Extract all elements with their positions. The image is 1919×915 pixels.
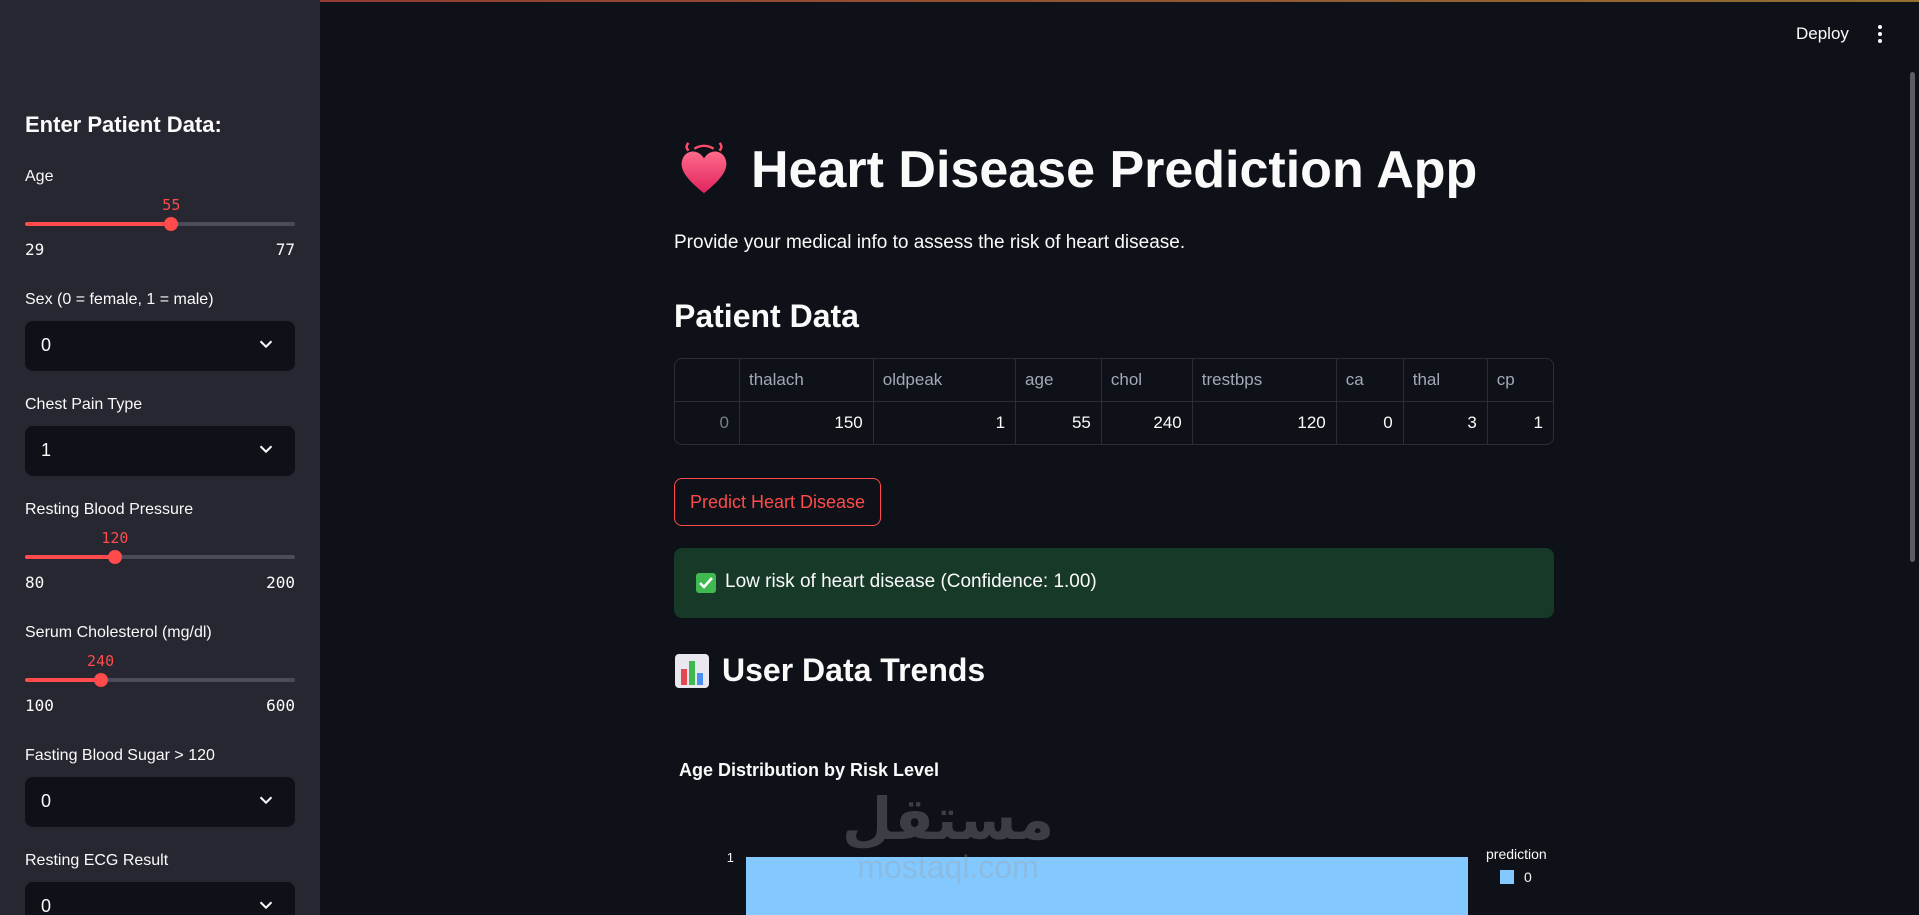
table-cell[interactable]: 3 [1404, 402, 1488, 444]
chest-pain-label: Chest Pain Type [25, 396, 143, 413]
table-cell[interactable]: 0 [1337, 402, 1404, 444]
table-header-cell[interactable]: ca [1336, 359, 1404, 402]
chest-pain-select[interactable]: 1 [25, 426, 295, 476]
table-cell[interactable]: 55 [1016, 402, 1102, 444]
sex-select-value: 0 [41, 335, 52, 355]
table-cell[interactable]: 150 [740, 402, 874, 444]
page-subtitle: Provide your medical info to assess the … [674, 232, 1186, 253]
slider-max: 200 [266, 573, 295, 592]
fbs-label: Fasting Blood Sugar > 120 [25, 747, 215, 764]
page-title: Heart Disease Prediction App [675, 140, 1477, 200]
slider-value: 55 [162, 196, 181, 214]
table-header-cell[interactable] [675, 359, 740, 402]
scrollbar[interactable] [1910, 72, 1915, 562]
slider-fill [25, 678, 101, 682]
table-header-row: thalach oldpeak age chol trestbps ca tha… [675, 359, 1553, 402]
table-cell[interactable]: 1 [874, 402, 1017, 444]
table-cell[interactable]: 240 [1102, 402, 1193, 444]
slider-fill [25, 222, 172, 226]
trends-heading: User Data Trends [674, 652, 985, 689]
legend-label: 0 [1524, 869, 1532, 885]
chevron-down-icon [259, 901, 273, 910]
age-slider[interactable]: 55 29 77 [25, 194, 295, 259]
page-title-text: Heart Disease Prediction App [751, 141, 1478, 199]
more-menu-icon[interactable] [1870, 22, 1890, 48]
ecg-select-value: 0 [41, 896, 52, 915]
slider-max: 77 [275, 240, 295, 259]
patient-data-heading: Patient Data [674, 298, 859, 335]
slider-value: 240 [87, 652, 115, 670]
slider-min: 80 [25, 573, 45, 592]
table-row: 0 150 1 55 240 120 0 3 1 [675, 402, 1553, 444]
legend-title: prediction [1486, 846, 1547, 862]
age-distribution-chart: 1 [727, 850, 1468, 915]
beating-heart-icon [681, 142, 727, 194]
slider-thumb[interactable] [164, 217, 179, 231]
sidebar: Enter Patient Data: Age 55 29 77 Sex (0 … [0, 0, 320, 915]
resting-bp-label: Resting Blood Pressure [25, 501, 194, 518]
bar-chart-icon [675, 653, 709, 688]
sex-select[interactable]: 0 [25, 321, 295, 371]
table-header-cell[interactable]: thalach [740, 359, 874, 402]
table-header-cell[interactable]: cp [1487, 359, 1553, 402]
table-cell[interactable]: 120 [1193, 402, 1337, 444]
slider-min: 100 [25, 696, 54, 715]
slider-thumb[interactable] [107, 550, 122, 564]
slider-min: 29 [25, 240, 45, 259]
fbs-select-value: 0 [41, 791, 52, 811]
ecg-select[interactable]: 0 [25, 882, 295, 915]
patient-data-heading-text: Patient Data [674, 298, 859, 334]
check-mark-icon [696, 573, 716, 593]
predict-button[interactable]: Predict Heart Disease [674, 478, 881, 526]
cholesterol-label: Serum Cholesterol (mg/dl) [25, 624, 212, 641]
deploy-button[interactable]: Deploy [1796, 24, 1849, 44]
slider-value: 120 [101, 529, 129, 547]
table-header-cell[interactable]: trestbps [1192, 359, 1337, 402]
table-header-cell[interactable]: age [1016, 359, 1102, 402]
table-index-cell[interactable]: 0 [675, 402, 740, 444]
result-message: Low risk of heart disease (Confidence: 1… [725, 571, 1097, 592]
chart-title: Age Distribution by Risk Level [679, 760, 940, 780]
table-header-cell[interactable]: thal [1403, 359, 1488, 402]
trends-heading-text: User Data Trends [722, 652, 986, 688]
ecg-label: Resting ECG Result [25, 852, 169, 869]
cholesterol-slider[interactable]: 240 100 600 [25, 650, 295, 715]
slider-thumb[interactable] [93, 673, 108, 687]
chevron-down-icon [259, 445, 273, 454]
sidebar-title: Enter Patient Data: [25, 112, 222, 137]
legend-swatch [1500, 870, 1514, 884]
slider-max: 600 [266, 696, 295, 715]
chevron-down-icon [259, 340, 273, 349]
table-cell[interactable]: 1 [1488, 402, 1553, 444]
table-header-cell[interactable]: chol [1101, 359, 1193, 402]
table-header-cell[interactable]: oldpeak [873, 359, 1017, 402]
resting-bp-slider[interactable]: 120 80 200 [25, 527, 295, 592]
y-tick-label: 1 [727, 850, 734, 865]
chest-pain-select-value: 1 [41, 440, 52, 460]
slider-fill [25, 555, 115, 559]
fbs-select[interactable]: 0 [25, 777, 295, 827]
age-label: Age [25, 168, 54, 185]
chart-bar[interactable] [746, 857, 1468, 915]
result-alert: Low risk of heart disease (Confidence: 1… [674, 548, 1554, 618]
chevron-down-icon [259, 796, 273, 805]
legend-item[interactable]: 0 [1500, 869, 1532, 885]
patient-data-table: thalach oldpeak age chol trestbps ca tha… [674, 358, 1554, 445]
sex-label: Sex (0 = female, 1 = male) [25, 291, 214, 308]
